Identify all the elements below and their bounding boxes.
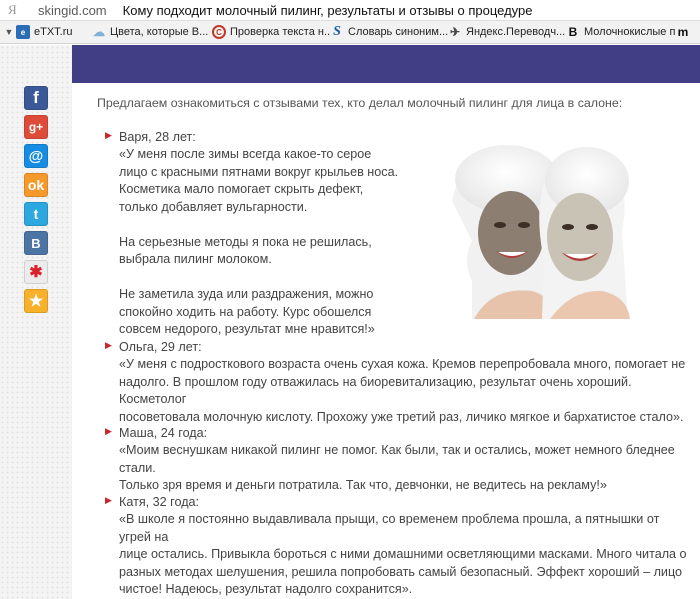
s-logo-icon: S <box>333 24 341 39</box>
address-domain[interactable]: skingid.com <box>38 3 107 18</box>
vk-icon[interactable]: B <box>24 231 48 255</box>
yandex-logo[interactable]: Я <box>8 2 26 18</box>
bookmark-text-check[interactable]: C Проверка текста н... <box>212 21 330 43</box>
bullet-arrow-icon: ▶ <box>105 426 112 436</box>
b-logo-icon: B <box>568 25 578 39</box>
review-item: ▶ Ольга, 29 лет: «У меня с подросткового… <box>105 339 689 426</box>
bookmark-colors[interactable]: ☁ Цвета, которые В... <box>92 21 212 43</box>
bookmark-etxt[interactable]: e eTXT.ru <box>16 21 92 43</box>
bullet-arrow-icon: ▶ <box>105 130 112 140</box>
bullet-arrow-icon: ▶ <box>105 340 112 350</box>
bookmark-lactic[interactable]: B Молочнокислые п... <box>566 21 676 43</box>
liveinternet-icon[interactable]: ✱ <box>24 260 48 284</box>
bullet-arrow-icon: ▶ <box>105 495 112 505</box>
review-item: ▶ Катя, 32 года: «В школе я постоянно вы… <box>105 494 689 599</box>
copyright-icon: C <box>212 25 226 39</box>
favorites-icon[interactable]: ★ <box>24 289 48 313</box>
bookmark-m[interactable]: m <box>676 21 700 43</box>
mail-icon[interactable]: @ <box>24 144 48 168</box>
review-author: Варя, 28 лет: <box>119 130 196 144</box>
bookmark-label: eTXT.ru <box>34 26 73 38</box>
twitter-icon[interactable]: t <box>24 202 48 226</box>
cloud-icon: ☁ <box>93 25 105 39</box>
header-banner <box>72 45 700 83</box>
page-title: Кому подходит молочный пилинг, результат… <box>122 2 533 18</box>
review-text: «В школе я постоянно выдавливала прыщи, … <box>119 512 687 596</box>
review-author: Маша, 24 года: <box>119 426 208 440</box>
two-women-face-mask-photo <box>432 141 632 319</box>
social-share-bar: f g+ @ ok t B ✱ ★ <box>24 86 48 318</box>
address-bar: Я skingid.com Кому подходит молочный пил… <box>0 0 700 20</box>
review-item: ▶ Варя, 28 лет: «У меня после зимы всегд… <box>105 129 429 339</box>
bookmarks-menu-arrow-icon[interactable]: ▼ <box>2 27 16 37</box>
review-author: Ольга, 29 лет: <box>119 340 202 354</box>
odnoklassniki-icon[interactable]: ok <box>24 173 48 197</box>
review-item: ▶ Маша, 24 года: «Моим веснушкам никакой… <box>105 425 689 495</box>
review-author: Катя, 32 года: <box>119 495 200 509</box>
review-text: «Моим веснушкам никакой пилинг не помог.… <box>119 443 675 492</box>
bookmark-label: Молочнокислые п... <box>584 26 676 38</box>
bookmark-label: Цвета, которые В... <box>110 26 209 38</box>
bookmark-label: Проверка текста н... <box>230 26 330 38</box>
review-text: «У меня с подросткового возраста очень с… <box>119 357 686 424</box>
review-text: «У меня после зимы всегда какое-то серое… <box>119 147 399 336</box>
bookmark-label: Яндекс.Переводч... <box>466 26 566 38</box>
yandex-translate-icon: ✈ <box>449 25 461 39</box>
bookmarks-bar: ▼ e eTXT.ru ☁ Цвета, которые В... C Пров… <box>0 20 700 44</box>
m-logo-icon: m <box>677 25 689 39</box>
google-plus-icon[interactable]: g+ <box>24 115 48 139</box>
intro-text: Предлагаем ознакомиться с отзывами тех, … <box>97 96 623 110</box>
facebook-icon[interactable]: f <box>24 86 48 110</box>
bookmark-label: Словарь синоним... <box>348 26 448 38</box>
bookmark-yandex-translate[interactable]: ✈ Яндекс.Переводч... <box>448 21 566 43</box>
etxt-icon: e <box>16 25 30 39</box>
bookmark-synonyms[interactable]: S Словарь синоним... <box>330 21 448 43</box>
